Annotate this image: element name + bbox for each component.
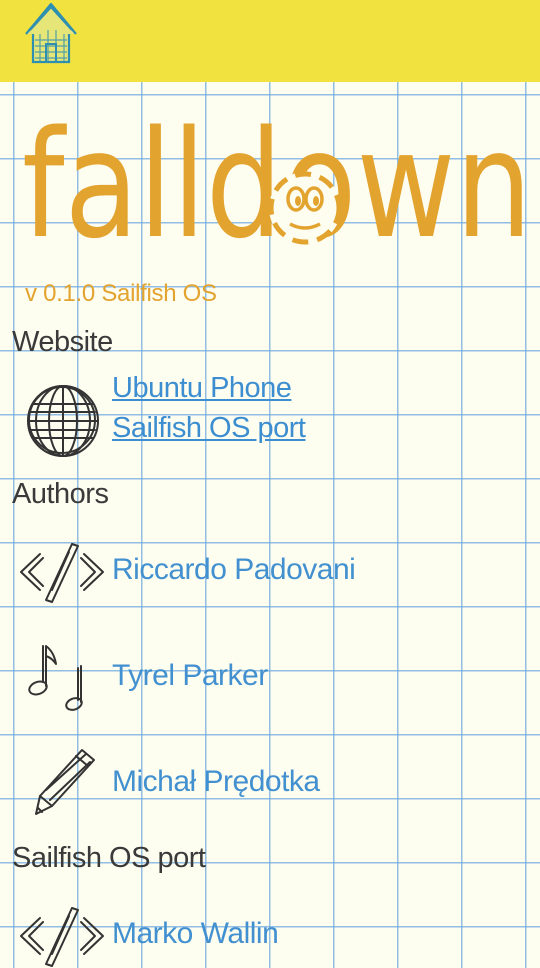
home-button[interactable]	[22, 0, 80, 66]
author-marko-wallin[interactable]: Marko Wallin	[112, 917, 279, 951]
version-label: v 0.1.0 Sailfish OS	[25, 280, 217, 307]
house-icon	[25, 2, 77, 64]
music-note-icon	[28, 645, 83, 711]
pencil-icon	[35, 749, 95, 815]
code-icon	[20, 543, 104, 603]
ubuntu-phone-link[interactable]: Ubuntu Phone	[112, 372, 292, 405]
code-icon	[20, 907, 104, 967]
port-heading: Sailfish OS port	[12, 842, 206, 874]
zigzag-edge	[0, 68, 540, 80]
website-heading: Website	[12, 326, 113, 358]
author-tyrel-parker[interactable]: Tyrel Parker	[112, 659, 268, 693]
author-michal-predotka[interactable]: Michał Prędotka	[112, 765, 320, 799]
authors-heading: Authors	[12, 478, 109, 510]
author-riccardo-padovani[interactable]: Riccardo Padovani	[112, 553, 356, 587]
globe-icon	[27, 385, 99, 457]
sailfish-port-link[interactable]: Sailfish OS port	[112, 412, 306, 445]
app-logo: falldown	[22, 110, 532, 260]
